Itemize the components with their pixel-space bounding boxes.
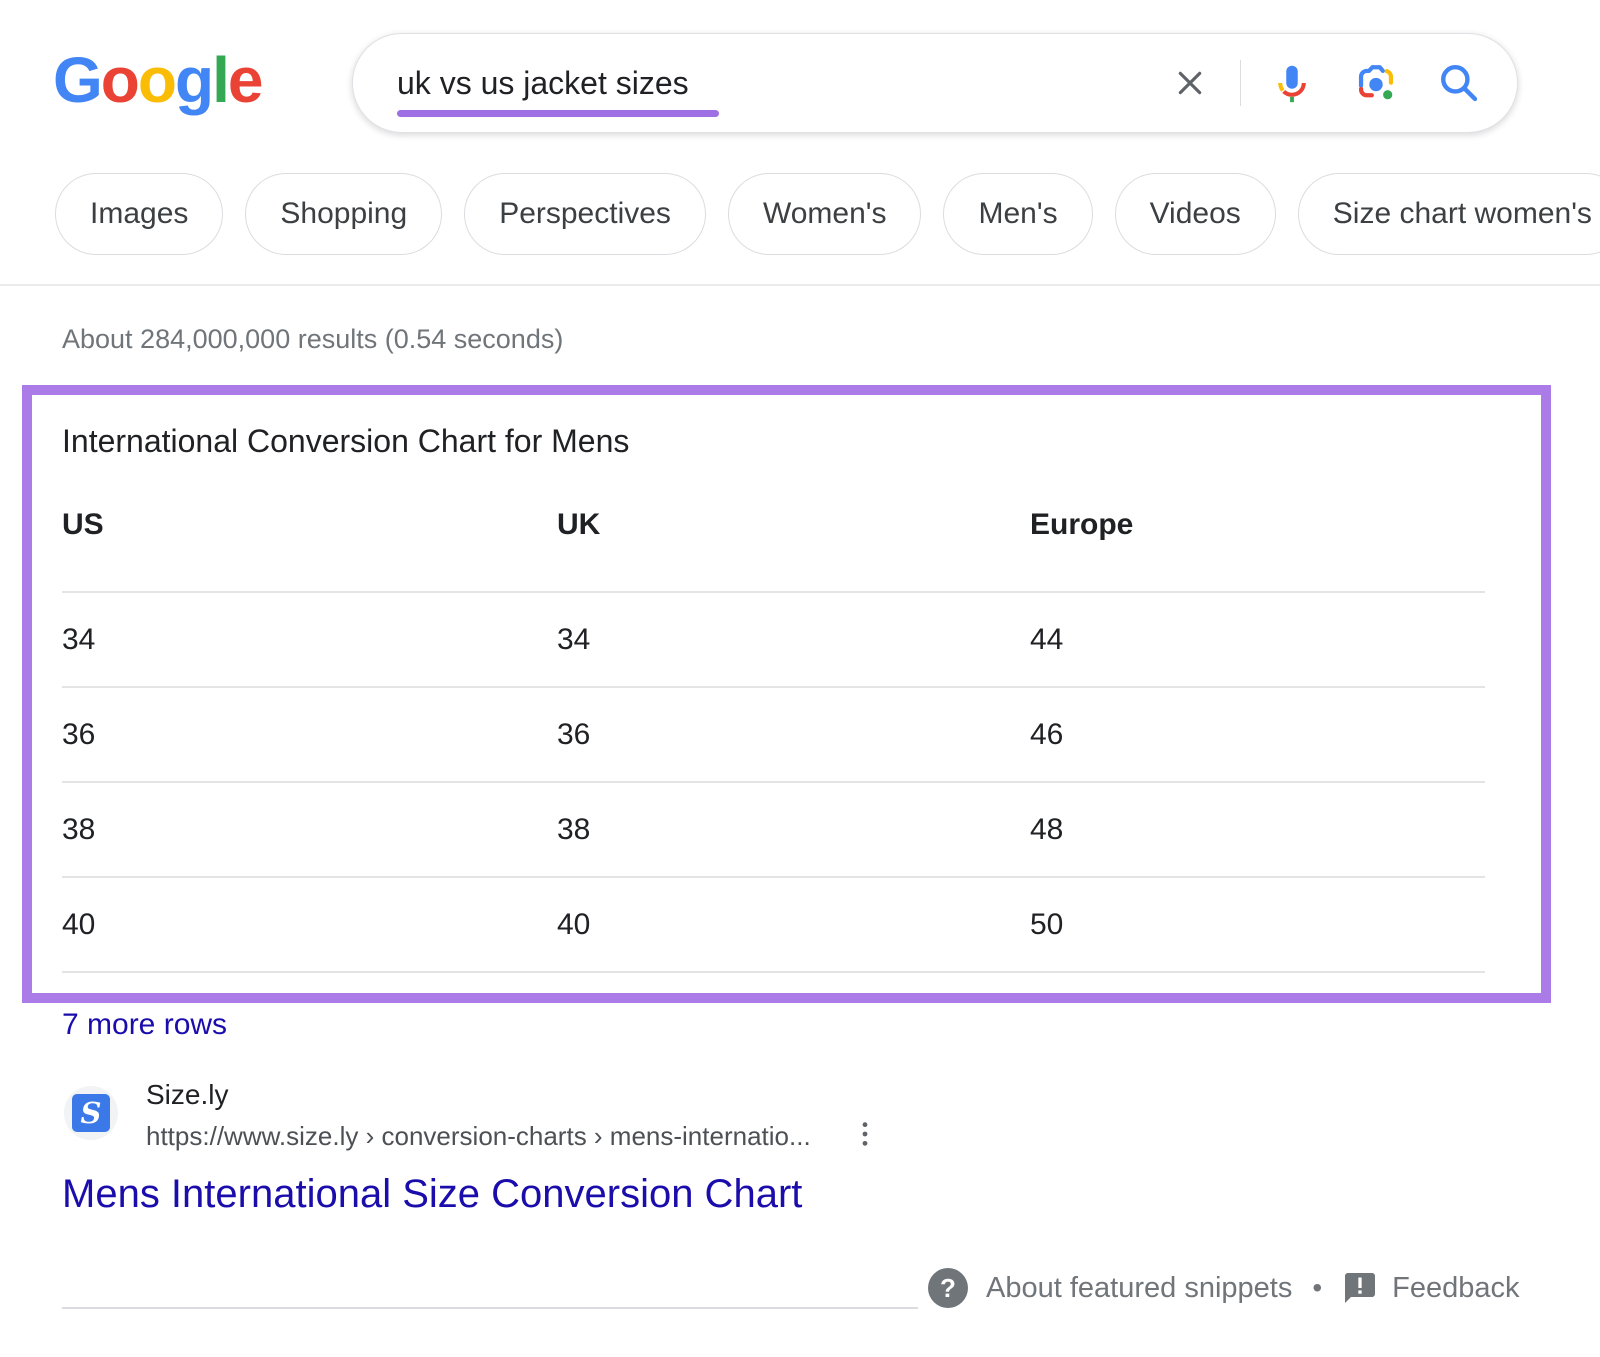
table-header-row: US UK Europe — [62, 459, 1485, 593]
tab-images[interactable]: Images — [55, 173, 223, 255]
tab-mens[interactable]: Men's — [943, 173, 1092, 255]
table-cell: 36 — [557, 718, 1030, 752]
table-header-uk: UK — [557, 508, 1030, 542]
table-header-us: US — [62, 508, 557, 542]
voice-search-icon[interactable] — [1269, 60, 1315, 106]
result-site-name[interactable]: Size.ly — [146, 1079, 228, 1111]
result-options-icon[interactable] — [848, 1117, 882, 1151]
table-cell: 48 — [1030, 813, 1485, 847]
table-cell: 50 — [1030, 908, 1485, 942]
google-lens-icon[interactable] — [1353, 60, 1399, 106]
google-search-results-page: Google uk vs us jacket sizes — [0, 0, 1600, 1357]
google-logo[interactable]: Google — [53, 44, 261, 116]
footer-divider — [62, 1307, 918, 1309]
more-rows-link[interactable]: 7 more rows — [62, 1008, 227, 1042]
logo-letter: o — [138, 44, 175, 116]
searchbar-divider — [1240, 60, 1241, 106]
tab-perspectives[interactable]: Perspectives — [464, 173, 706, 255]
query-purple-underline — [397, 110, 719, 117]
about-featured-snippets-link[interactable]: About featured snippets — [986, 1272, 1292, 1305]
search-query-text[interactable]: uk vs us jacket sizes — [397, 65, 689, 102]
sizely-favicon-letter: S — [72, 1094, 110, 1132]
feedback-link[interactable]: Feedback — [1392, 1272, 1519, 1305]
table-row: 38 38 48 — [62, 783, 1485, 878]
featured-snippet-highlight-box: International Conversion Chart for Mens … — [22, 385, 1551, 1003]
logo-letter: o — [101, 44, 138, 116]
logo-letter: g — [175, 44, 212, 116]
result-title-link[interactable]: Mens International Size Conversion Chart — [62, 1172, 802, 1217]
table-cell: 38 — [62, 813, 557, 847]
table-row: 36 36 46 — [62, 688, 1485, 783]
footer-bullet: • — [1312, 1272, 1322, 1304]
logo-letter: l — [212, 44, 228, 116]
table-cell: 36 — [62, 718, 557, 752]
result-breadcrumb-url[interactable]: https://www.size.ly › conversion-charts … — [146, 1121, 811, 1152]
snippet-table-title: International Conversion Chart for Mens — [62, 423, 1485, 459]
logo-letter: G — [53, 44, 101, 116]
tab-shopping[interactable]: Shopping — [245, 173, 442, 255]
site-favicon[interactable]: S — [64, 1086, 118, 1140]
feedback-icon[interactable] — [1342, 1270, 1378, 1306]
search-input[interactable]: uk vs us jacket sizes — [397, 34, 1170, 132]
table-cell: 34 — [557, 623, 1030, 657]
tab-size-chart-womens[interactable]: Size chart women's — [1298, 173, 1600, 255]
table-cell: 38 — [557, 813, 1030, 847]
search-submit-icon[interactable] — [1437, 61, 1481, 105]
clear-search-icon[interactable] — [1170, 63, 1210, 103]
table-cell: 40 — [62, 908, 557, 942]
tab-womens[interactable]: Women's — [728, 173, 922, 255]
table-cell: 40 — [557, 908, 1030, 942]
help-question-icon[interactable]: ? — [928, 1268, 968, 1308]
snippet-footer: ? About featured snippets • Feedback — [928, 1262, 1520, 1314]
header-divider — [0, 284, 1600, 286]
table-cell: 34 — [62, 623, 557, 657]
table-header-europe: Europe — [1030, 508, 1485, 542]
table-row: 34 34 44 — [62, 593, 1485, 688]
search-filter-chips: Images Shopping Perspectives Women's Men… — [55, 173, 1600, 255]
tab-videos[interactable]: Videos — [1115, 173, 1276, 255]
table-cell: 46 — [1030, 718, 1485, 752]
search-bar[interactable]: uk vs us jacket sizes — [352, 33, 1518, 133]
conversion-table: US UK Europe 34 34 44 36 36 46 38 38 48 … — [62, 459, 1485, 973]
table-row: 40 40 50 — [62, 878, 1485, 973]
results-stats: About 284,000,000 results (0.54 seconds) — [62, 324, 563, 355]
logo-letter: e — [228, 44, 262, 116]
table-cell: 44 — [1030, 623, 1485, 657]
